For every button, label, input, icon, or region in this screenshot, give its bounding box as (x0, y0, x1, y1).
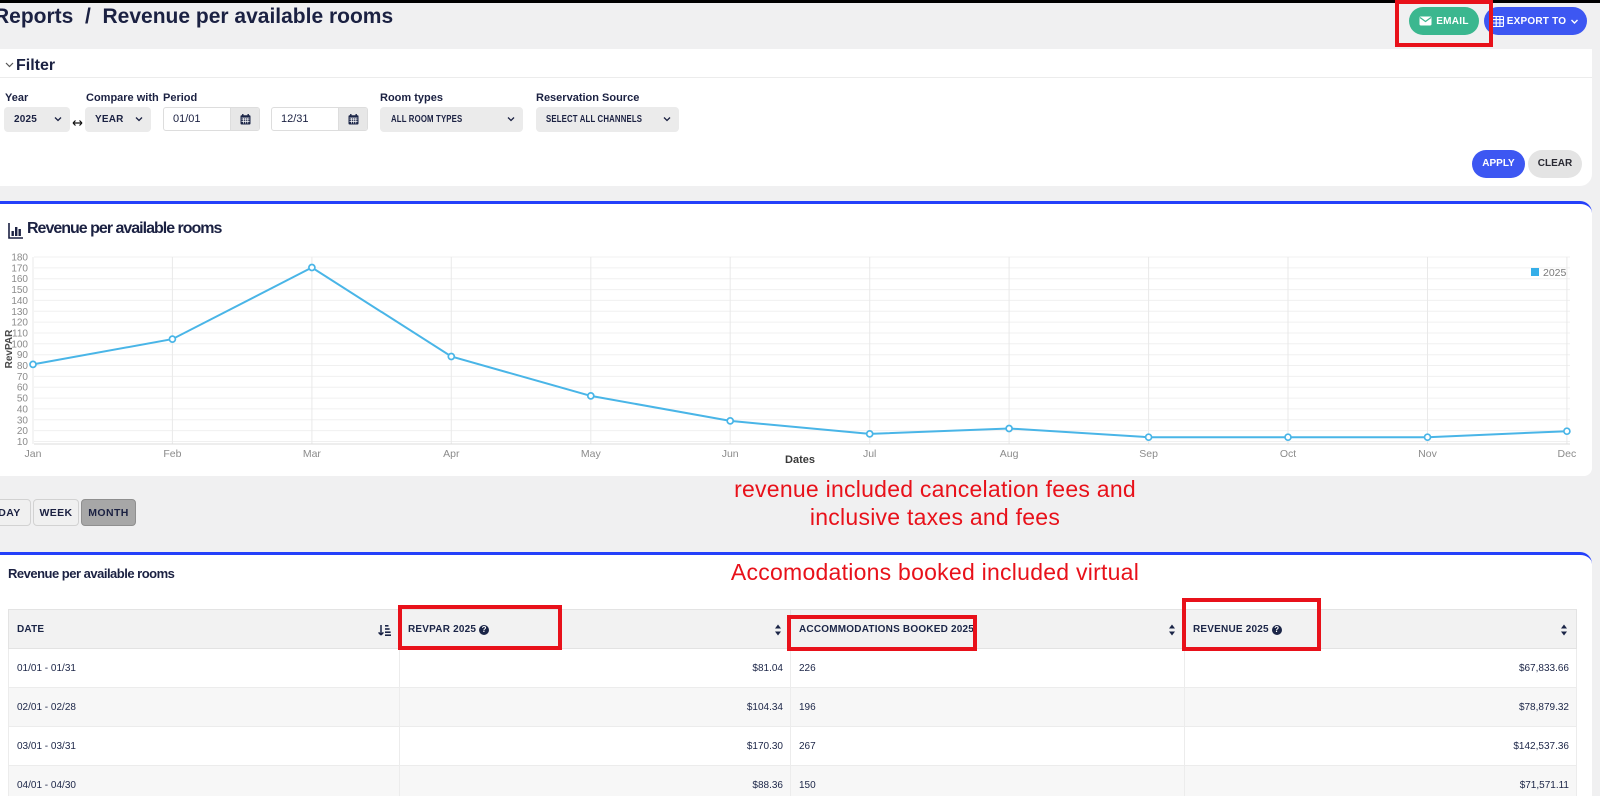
svg-text:130: 130 (11, 307, 28, 318)
svg-text:Jul: Jul (863, 448, 876, 460)
svg-text:Nov: Nov (1418, 448, 1437, 460)
svg-text:Jan: Jan (25, 448, 42, 460)
svg-text:140: 140 (11, 296, 28, 307)
svg-text:Aug: Aug (1000, 448, 1019, 460)
svg-text:20: 20 (17, 426, 29, 437)
svg-text:170: 170 (11, 263, 28, 274)
svg-text:40: 40 (17, 404, 29, 415)
svg-text:120: 120 (11, 318, 28, 329)
svg-text:Feb: Feb (163, 448, 181, 460)
svg-text:180: 180 (11, 253, 28, 264)
svg-text:10: 10 (17, 437, 29, 448)
svg-text:Dec: Dec (1558, 448, 1577, 460)
svg-text:2025: 2025 (1543, 267, 1567, 279)
svg-text:Jun: Jun (722, 448, 739, 460)
svg-text:Dates: Dates (785, 454, 815, 466)
svg-text:Apr: Apr (443, 448, 460, 460)
svg-text:Oct: Oct (1280, 448, 1296, 460)
svg-text:RevPAR: RevPAR (4, 329, 15, 368)
svg-text:Mar: Mar (303, 448, 322, 460)
svg-text:50: 50 (17, 394, 29, 405)
svg-text:70: 70 (17, 372, 29, 383)
svg-text:Sep: Sep (1139, 448, 1158, 460)
svg-text:May: May (581, 448, 602, 460)
svg-text:90: 90 (17, 350, 29, 361)
svg-text:30: 30 (17, 415, 29, 426)
svg-text:150: 150 (11, 285, 28, 296)
svg-text:60: 60 (17, 383, 29, 394)
svg-text:80: 80 (17, 361, 29, 372)
svg-text:160: 160 (11, 274, 28, 285)
